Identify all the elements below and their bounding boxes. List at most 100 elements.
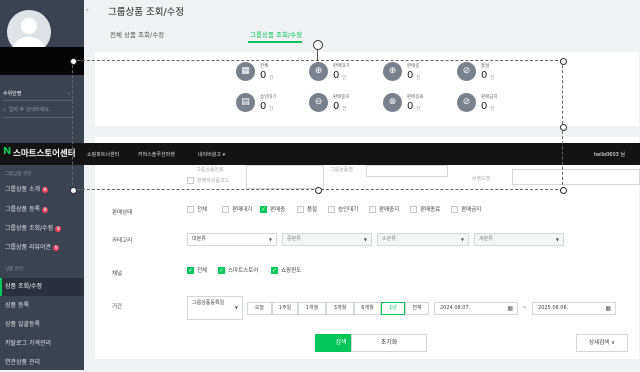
status-checkbox-all[interactable]: 전체	[187, 206, 207, 215]
sidebar-item-label: 그룹상품 등록	[5, 206, 41, 213]
sidebar-item-label: 상품 조회/수정	[5, 283, 43, 290]
caret-down-icon: ▼	[460, 237, 464, 242]
active-tab-underline	[248, 41, 302, 43]
period-button-1week[interactable]: 1주일	[272, 302, 298, 315]
sidebar-item-related[interactable]: 연관상품 관리	[0, 354, 84, 372]
status-checkbox-approval[interactable]: 승인대기	[328, 206, 358, 215]
period-button-today[interactable]: 오늘	[247, 302, 272, 315]
brand-title[interactable]: 스마트스토어센터	[13, 147, 76, 159]
sidebar-item-group-register[interactable]: 그룹상품 등록 N	[0, 201, 84, 219]
tab-all-products[interactable]: 전체 상품 조회/수정	[110, 29, 164, 39]
sidebar-store-select-label: 수위안명	[3, 91, 22, 97]
calendar-icon: ▦	[605, 305, 611, 312]
sidebar-store-select[interactable]: 수위안명 ⌄	[3, 90, 73, 101]
caret-down-icon: ▼	[234, 305, 238, 310]
chevron-down-icon: ⌄	[66, 90, 71, 96]
sidebar-search-placeholder: 입력 후 검색하세요.	[8, 107, 51, 113]
resize-handle-bottom[interactable]	[315, 187, 322, 194]
channel-checkbox-all[interactable]: ✓ 전체	[187, 267, 207, 276]
sidebar-item-label: 카탈로그 가격관리	[5, 340, 52, 347]
checkbox-label: 쇼핑윈도	[281, 268, 302, 274]
status-checkbox-on-sale[interactable]: ✓ 판매중	[260, 206, 285, 215]
collapse-sidebar-icon[interactable]: ‹	[86, 6, 89, 14]
start-date-input[interactable]: 2024.08.07. ▦	[434, 302, 518, 315]
checkbox-label: 스마트스토어	[228, 268, 259, 274]
new-badge: N	[42, 186, 49, 193]
new-badge: N	[53, 244, 60, 251]
category-select-detail[interactable]: 세분류 ▼	[474, 233, 564, 246]
checkbox-label: 판매중	[270, 207, 286, 213]
select-value: 중분류	[287, 236, 301, 242]
select-value: 그룹상품등록일	[192, 300, 225, 306]
checkbox-label: 판매대기	[232, 207, 253, 213]
checkbox-label: 품절	[307, 207, 318, 213]
period-button-all[interactable]: 전체	[405, 302, 429, 315]
sidebar-item-product-register[interactable]: 상품 등록	[0, 297, 84, 315]
category-select-large[interactable]: 대분류 ▼	[187, 233, 277, 246]
period-button-1month[interactable]: 1개월	[298, 302, 326, 315]
date-separator: ~	[522, 304, 528, 311]
detail-search-button[interactable]: 상세검색 ∨	[576, 334, 628, 352]
status-checkbox-sold-out[interactable]: 품절	[297, 206, 317, 215]
resize-handle-bottom-right[interactable]	[560, 187, 567, 194]
selection-box[interactable]	[72, 60, 563, 190]
new-badge: N	[55, 225, 62, 232]
resize-handle-top-right[interactable]	[560, 58, 567, 65]
end-date-input[interactable]: 2025.08.06. ▦	[532, 302, 616, 315]
sidebar-item-group-edit[interactable]: 그룹상품 조회/수정 N	[0, 220, 84, 238]
search-icon: ⌕	[3, 107, 6, 113]
header-user[interactable]: hello0603 님	[594, 151, 625, 158]
rotation-handle-line	[317, 49, 318, 61]
checkbox-label: 판매중지	[379, 207, 400, 213]
sidebar-item-group-review[interactable]: 그룹상품 리뷰이관 N	[0, 239, 84, 257]
resize-handle-top-left[interactable]	[70, 58, 77, 65]
select-value: 소분류	[382, 236, 396, 242]
sidebar-item-label: 그룹상품 소개	[5, 186, 41, 193]
period-button-6month[interactable]: 6개월	[354, 302, 381, 315]
status-checkbox-ended[interactable]: 판매종료	[410, 206, 440, 215]
end-date-value: 2025.08.06.	[538, 305, 569, 311]
status-checkbox-suspended[interactable]: 판매중지	[369, 206, 399, 215]
sidebar-product-heading: 상품 관리	[5, 267, 23, 272]
sidebar-item-product-edit[interactable]: 상품 조회/수정	[0, 278, 84, 296]
resize-handle-right[interactable]	[560, 124, 567, 131]
category-select-medium[interactable]: 중분류 ▼	[282, 233, 372, 246]
checkbox-label: 전체	[197, 268, 208, 274]
sidebar-item-catalog-price[interactable]: 카탈로그 가격관리	[0, 335, 84, 353]
start-date-value: 2024.08.07.	[440, 305, 471, 311]
caret-down-icon: ▼	[555, 237, 559, 242]
period-type-select[interactable]: 그룹상품등록일 ▼	[187, 296, 243, 320]
checkbox-label: 승인대기	[338, 207, 359, 213]
tab-group-products[interactable]: 그룹상품 조회/수정	[250, 29, 302, 39]
period-button-1year[interactable]: 1년	[381, 302, 405, 315]
sidebar-search-input[interactable]: ⌕ 입력 후 검색하세요.	[3, 106, 73, 118]
sidebar-item-product-bulk[interactable]: 상품 일괄등록	[0, 316, 84, 334]
calendar-icon: ▦	[507, 305, 513, 312]
sale-status-label: 판매상태	[112, 210, 133, 216]
status-checkbox-waiting[interactable]: 판매대기	[222, 206, 252, 215]
checkbox-label: 판매종료	[420, 207, 441, 213]
checkbox-label: 전체	[197, 207, 208, 213]
channel-checkbox-smartstore[interactable]: ✓ 스마트스토어	[218, 267, 258, 276]
sidebar-item-label: 상품 등록	[5, 302, 29, 309]
channel-label: 채널	[112, 271, 123, 277]
reset-button[interactable]: 초기화	[351, 334, 427, 352]
resize-handle-bottom-left[interactable]	[70, 187, 77, 194]
page-title: 그룹상품 조회/수정	[108, 7, 185, 18]
status-checkbox-banned[interactable]: 판매금지	[451, 206, 481, 215]
caret-down-icon: ▼	[268, 237, 272, 242]
sidebar-item-label: 연관상품 관리	[5, 359, 41, 366]
category-label: 카테고리	[112, 238, 133, 244]
channel-checkbox-window[interactable]: ✓ 쇼핑윈도	[271, 267, 301, 276]
sidebar-group-heading: 그룹상품 관리	[5, 172, 32, 177]
period-button-3month[interactable]: 3개월	[326, 302, 354, 315]
select-value: 대분류	[192, 236, 206, 242]
new-badge: N	[42, 206, 49, 213]
sidebar-item-label: 그룹상품 리뷰이관	[5, 244, 52, 251]
select-value: 세분류	[479, 236, 493, 242]
rotate-handle[interactable]	[313, 40, 323, 50]
sidebar-item-label: 상품 일괄등록	[5, 321, 41, 328]
caret-down-icon: ▼	[363, 237, 367, 242]
category-select-small[interactable]: 소분류 ▼	[377, 233, 469, 246]
naver-logo[interactable]: N	[3, 146, 11, 157]
